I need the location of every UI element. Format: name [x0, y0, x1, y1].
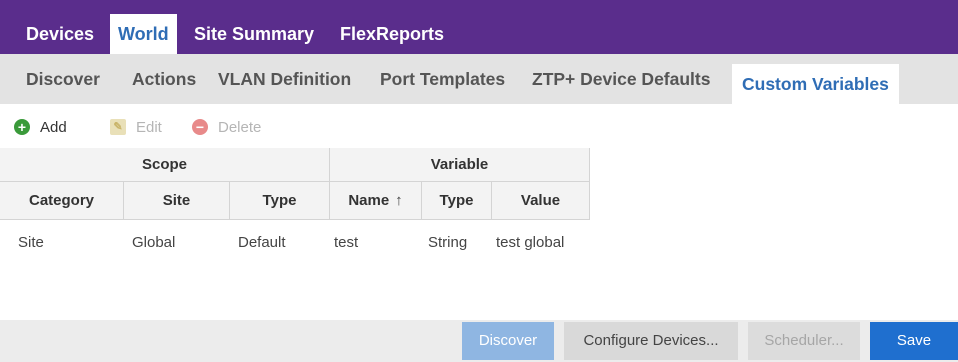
- minus-circle-icon: −: [192, 119, 208, 135]
- cell-variable-type: String: [428, 234, 468, 251]
- column-header-variable-type[interactable]: Type: [422, 182, 492, 220]
- action-bar: Discover Configure Devices... Scheduler.…: [0, 320, 958, 362]
- tab-devices[interactable]: Devices: [26, 14, 94, 54]
- discover-button[interactable]: Discover: [462, 322, 554, 360]
- delete-label: Delete: [218, 118, 262, 136]
- column-header-name[interactable]: Name ↑: [330, 182, 422, 220]
- cell-scope-type: Default: [238, 234, 286, 251]
- tab-site-summary[interactable]: Site Summary: [194, 14, 314, 54]
- tab-port-templates[interactable]: Port Templates: [380, 54, 505, 104]
- cell-value: test global: [496, 234, 565, 251]
- group-header-variable: Variable: [330, 148, 590, 182]
- column-header-scope-type[interactable]: Type: [230, 182, 330, 220]
- cell-category: Site: [18, 234, 44, 251]
- edit-label: Edit: [136, 118, 162, 136]
- tab-ztp-device-defaults[interactable]: ZTP+ Device Defaults: [532, 54, 710, 104]
- toolbar: + Add ✎ Edit − Delete: [0, 104, 958, 148]
- column-header-name-label: Name: [348, 192, 390, 209]
- cell-site: Global: [132, 234, 176, 251]
- column-header-site[interactable]: Site: [124, 182, 230, 220]
- tab-discover[interactable]: Discover: [26, 54, 100, 104]
- save-button[interactable]: Save: [870, 322, 958, 360]
- add-label: Add: [40, 118, 67, 136]
- pencil-icon: ✎: [110, 119, 126, 135]
- tab-vlan-definition[interactable]: VLAN Definition: [218, 54, 351, 104]
- group-header-scope: Scope: [0, 148, 330, 182]
- sort-ascending-icon: ↑: [395, 192, 403, 209]
- top-tab-bar: Devices World Site Summary FlexReports: [0, 0, 958, 54]
- tab-actions[interactable]: Actions: [132, 54, 196, 104]
- sub-tab-bar: Discover Actions VLAN Definition Port Te…: [0, 54, 958, 104]
- configure-devices-button[interactable]: Configure Devices...: [564, 322, 738, 360]
- cell-name: test: [334, 234, 359, 251]
- plus-circle-icon: +: [14, 119, 30, 135]
- tab-flexreports[interactable]: FlexReports: [340, 14, 444, 54]
- add-button[interactable]: + Add: [14, 116, 67, 138]
- column-header-value[interactable]: Value: [492, 182, 590, 220]
- tab-custom-variables[interactable]: Custom Variables: [732, 64, 899, 104]
- delete-button[interactable]: − Delete: [192, 116, 261, 138]
- tab-world[interactable]: World: [110, 14, 177, 54]
- scheduler-button[interactable]: Scheduler...: [748, 322, 860, 360]
- edit-button[interactable]: ✎ Edit: [110, 116, 162, 138]
- column-header-category[interactable]: Category: [0, 182, 124, 220]
